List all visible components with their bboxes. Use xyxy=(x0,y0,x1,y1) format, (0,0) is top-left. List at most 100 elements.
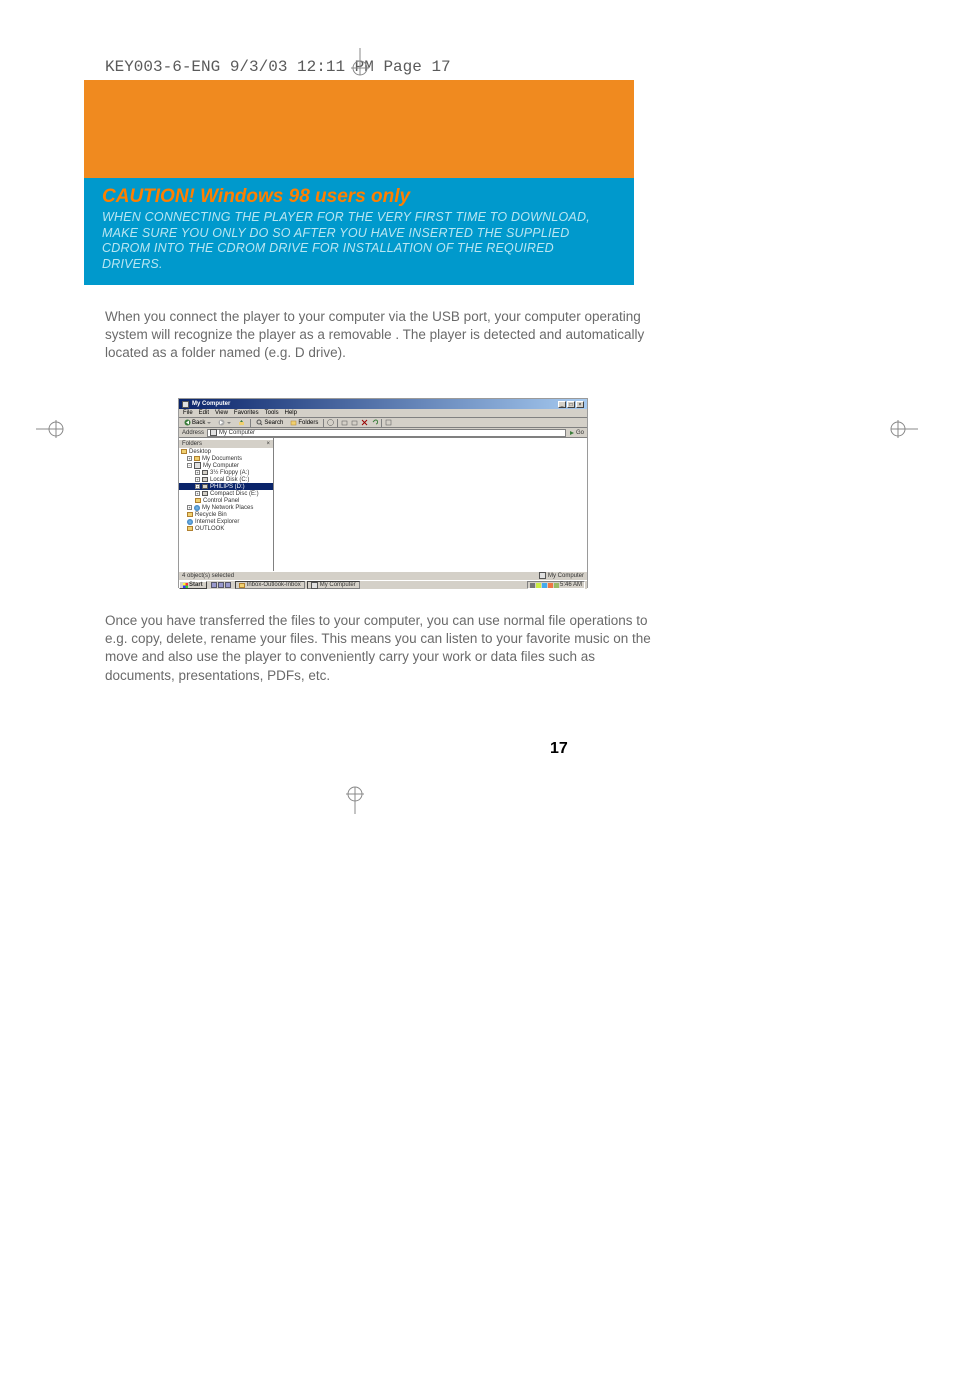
windows-logo-icon xyxy=(183,583,188,588)
window-titlebar: My Computer _ □ × xyxy=(179,399,587,409)
forward-arrow-icon xyxy=(218,419,225,426)
quicklaunch-icon[interactable] xyxy=(211,582,217,588)
address-value: My Computer xyxy=(219,430,255,436)
expand-icon[interactable]: + xyxy=(195,484,200,489)
tray-icon[interactable] xyxy=(554,583,559,588)
address-label: Address xyxy=(182,430,204,436)
tree-row[interactable]: Control Panel xyxy=(179,497,273,504)
close-button[interactable]: × xyxy=(576,401,584,408)
tree-row[interactable]: −My Computer xyxy=(179,462,273,469)
copy-to-icon[interactable] xyxy=(351,419,358,426)
tree-row[interactable]: +Compact Disc (E:) xyxy=(179,490,273,497)
app-icon xyxy=(239,583,245,588)
status-text-left: 4 object(s) selected xyxy=(182,573,234,579)
move-to-icon[interactable] xyxy=(341,419,348,426)
menu-tools[interactable]: Tools xyxy=(265,410,279,416)
orange-banner xyxy=(84,80,634,188)
go-button[interactable]: Go xyxy=(569,430,584,436)
menu-view[interactable]: View xyxy=(215,410,228,416)
paragraph-1: When you connect the player to your comp… xyxy=(105,308,665,363)
tree-row[interactable]: +Local Disk (C:) xyxy=(179,476,273,483)
back-button[interactable]: Back xyxy=(182,419,213,427)
expand-icon[interactable]: + xyxy=(187,505,192,510)
address-bar: Address My Computer Go xyxy=(179,428,587,438)
go-icon xyxy=(569,430,575,436)
crop-info-text: KEY003-6-ENG 9/3/03 12:11 PM Page 17 xyxy=(105,58,451,76)
status-bar: 4 object(s) selected My Computer xyxy=(179,571,587,580)
main-content-panel xyxy=(274,438,587,571)
ie-icon xyxy=(187,519,193,525)
quicklaunch-icon[interactable] xyxy=(225,582,231,588)
close-tree-icon[interactable]: × xyxy=(266,441,270,447)
tray-icon[interactable] xyxy=(536,583,541,588)
expand-icon[interactable]: + xyxy=(195,491,200,496)
tree-row[interactable]: +My Network Places xyxy=(179,504,273,511)
taskbar-item[interactable]: Inbox-Outlook-Inbox xyxy=(235,581,305,589)
maximize-button[interactable]: □ xyxy=(567,401,575,408)
up-button[interactable] xyxy=(236,419,247,427)
minimize-button[interactable]: _ xyxy=(558,401,566,408)
search-button[interactable]: Search xyxy=(254,419,285,427)
menu-favorites[interactable]: Favorites xyxy=(234,410,259,416)
undo-icon[interactable] xyxy=(371,419,378,426)
windows-screenshot: My Computer _ □ × File Edit View Favorit… xyxy=(178,398,588,588)
folders-button[interactable]: Folders xyxy=(288,419,320,427)
tree-row[interactable]: Desktop xyxy=(179,448,273,455)
computer-icon xyxy=(210,429,217,436)
removable-drive-icon xyxy=(202,484,208,489)
system-tray: 5:46 AM xyxy=(527,581,585,589)
back-arrow-icon xyxy=(184,419,191,426)
control-panel-icon xyxy=(195,498,201,503)
toolbar: Back Search Folders xyxy=(179,418,587,428)
tree-header: Folders × xyxy=(179,440,273,448)
crop-mark-top xyxy=(345,48,375,78)
folder-icon xyxy=(194,456,200,461)
window-title: My Computer xyxy=(192,401,230,407)
quick-launch xyxy=(209,582,233,588)
tree-row[interactable]: Recycle Bin xyxy=(179,511,273,518)
address-input[interactable]: My Computer xyxy=(207,429,566,437)
delete-icon[interactable] xyxy=(361,419,368,426)
caution-title: CAUTION! Windows 98 users only xyxy=(102,186,616,208)
floppy-icon xyxy=(202,470,208,475)
window-icon xyxy=(182,401,189,408)
folders-icon xyxy=(290,419,297,426)
up-folder-icon xyxy=(238,419,245,426)
history-icon[interactable] xyxy=(327,419,334,426)
cd-icon xyxy=(202,491,208,496)
menu-edit[interactable]: Edit xyxy=(199,410,209,416)
collapse-icon[interactable]: − xyxy=(187,463,192,468)
folder-icon xyxy=(187,526,193,531)
expand-icon[interactable]: + xyxy=(195,470,200,475)
views-icon[interactable] xyxy=(385,419,392,426)
page-number: 17 xyxy=(550,740,568,758)
tree-row[interactable]: +3½ Floppy (A:) xyxy=(179,469,273,476)
menu-help[interactable]: Help xyxy=(285,410,297,416)
menu-bar: File Edit View Favorites Tools Help xyxy=(179,409,587,418)
network-icon xyxy=(194,505,200,511)
tray-icon[interactable] xyxy=(530,583,535,588)
tree-row[interactable]: OUTLOOK xyxy=(179,525,273,532)
computer-icon xyxy=(194,462,201,469)
tray-icon[interactable] xyxy=(542,583,547,588)
menu-file[interactable]: File xyxy=(183,410,193,416)
expand-icon[interactable]: + xyxy=(195,477,200,482)
clock: 5:46 AM xyxy=(560,582,582,588)
crop-mark-left xyxy=(36,414,66,444)
status-text-right: My Computer xyxy=(539,572,584,579)
forward-button[interactable] xyxy=(216,419,233,427)
expand-icon[interactable]: + xyxy=(187,456,192,461)
start-button[interactable]: Start xyxy=(179,581,207,589)
quicklaunch-icon[interactable] xyxy=(218,582,224,588)
crop-mark-right xyxy=(888,414,918,444)
paragraph-2: Once you have transferred the files to y… xyxy=(105,612,665,685)
tree-row-selected[interactable]: +PHILIPS (D:) xyxy=(179,483,273,490)
tree-row[interactable]: Internet Explorer xyxy=(179,518,273,525)
taskbar: Start Inbox-Outlook-Inbox My Computer 5:… xyxy=(179,580,587,589)
tree-row[interactable]: +My Documents xyxy=(179,455,273,462)
folder-tree-panel: Folders × Desktop +My Documents −My Comp… xyxy=(179,438,274,571)
taskbar-item[interactable]: My Computer xyxy=(307,581,360,589)
recycle-bin-icon xyxy=(187,512,193,517)
tray-icon[interactable] xyxy=(548,583,553,588)
desktop-icon xyxy=(181,449,187,454)
